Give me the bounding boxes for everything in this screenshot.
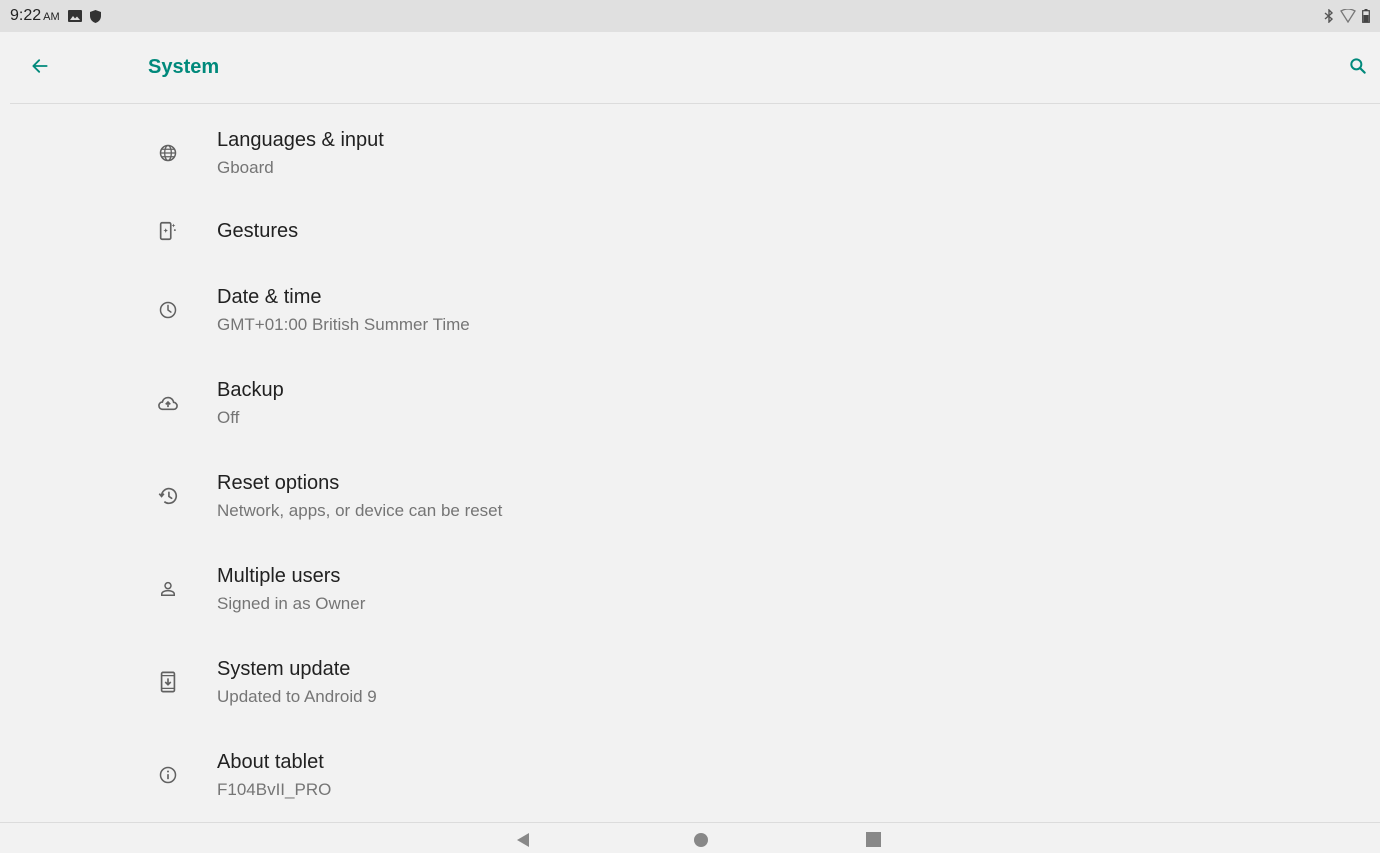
history-reset-icon	[156, 484, 180, 508]
setting-summary: Signed in as Owner	[217, 593, 366, 613]
nav-recents-icon[interactable]	[866, 832, 881, 852]
status-bar: 9:22 AM	[0, 0, 1380, 32]
setting-text: System update Updated to Android 9	[217, 656, 377, 708]
setting-title: About tablet	[217, 750, 324, 773]
settings-list: Languages & input Gboard Gestures Date &…	[10, 106, 1380, 821]
status-time: 9:22 AM	[10, 7, 60, 24]
gestures-phone-icon	[156, 219, 180, 243]
image-icon	[67, 10, 82, 22]
page-title: System	[148, 56, 220, 78]
setting-summary: Network, apps, or device can be reset	[217, 500, 503, 520]
setting-title: Multiple users	[217, 564, 341, 587]
person-icon	[156, 577, 180, 601]
status-left: 9:22 AM	[10, 7, 101, 25]
setting-backup[interactable]: Backup Off	[10, 356, 1380, 449]
setting-summary: F104BvII_PRO	[217, 779, 332, 799]
wifi-icon	[1340, 9, 1356, 23]
navigation-bar	[0, 822, 1380, 852]
setting-summary: Off	[217, 407, 240, 427]
setting-summary: Updated to Android 9	[217, 686, 377, 706]
setting-text: About tablet F104BvII_PRO	[217, 749, 331, 801]
system-update-icon	[156, 670, 180, 694]
setting-title: Gestures	[217, 220, 299, 242]
setting-summary: Gboard	[217, 157, 274, 177]
status-right	[1324, 9, 1370, 23]
setting-title: System update	[217, 657, 351, 680]
setting-reset-options[interactable]: Reset options Network, apps, or device c…	[10, 449, 1380, 542]
setting-languages-input[interactable]: Languages & input Gboard	[10, 106, 1380, 199]
info-icon	[156, 763, 180, 787]
bluetooth-icon	[1324, 9, 1334, 23]
setting-text: Gestures	[217, 218, 298, 244]
setting-title: Languages & input	[217, 128, 384, 151]
setting-text: Languages & input Gboard	[217, 127, 384, 179]
setting-title: Reset options	[217, 471, 340, 494]
setting-multiple-users[interactable]: Multiple users Signed in as Owner	[10, 542, 1380, 635]
setting-title: Backup	[217, 378, 284, 401]
setting-gestures[interactable]: Gestures	[10, 199, 1380, 263]
setting-text: Backup Off	[217, 377, 284, 429]
setting-about-tablet[interactable]: About tablet F104BvII_PRO	[10, 728, 1380, 821]
setting-summary: GMT+01:00 British Summer Time	[217, 314, 470, 334]
arrow-back-icon	[30, 56, 50, 81]
setting-date-time[interactable]: Date & time GMT+01:00 British Summer Tim…	[10, 263, 1380, 356]
battery-icon	[1362, 9, 1370, 23]
shield-icon	[89, 9, 101, 23]
search-icon	[1348, 56, 1368, 81]
search-button[interactable]	[1344, 54, 1372, 82]
cloud-backup-icon	[156, 391, 180, 415]
clock-icon	[156, 298, 180, 322]
nav-back-icon[interactable]	[516, 832, 530, 853]
setting-text: Multiple users Signed in as Owner	[217, 563, 365, 615]
nav-home-icon[interactable]	[693, 832, 709, 853]
globe-icon	[156, 141, 180, 165]
back-button[interactable]	[26, 54, 54, 82]
app-bar: System	[10, 32, 1380, 104]
setting-text: Date & time GMT+01:00 British Summer Tim…	[217, 284, 470, 336]
setting-text: Reset options Network, apps, or device c…	[217, 470, 502, 522]
setting-title: Date & time	[217, 285, 322, 308]
setting-system-update[interactable]: System update Updated to Android 9	[10, 635, 1380, 728]
